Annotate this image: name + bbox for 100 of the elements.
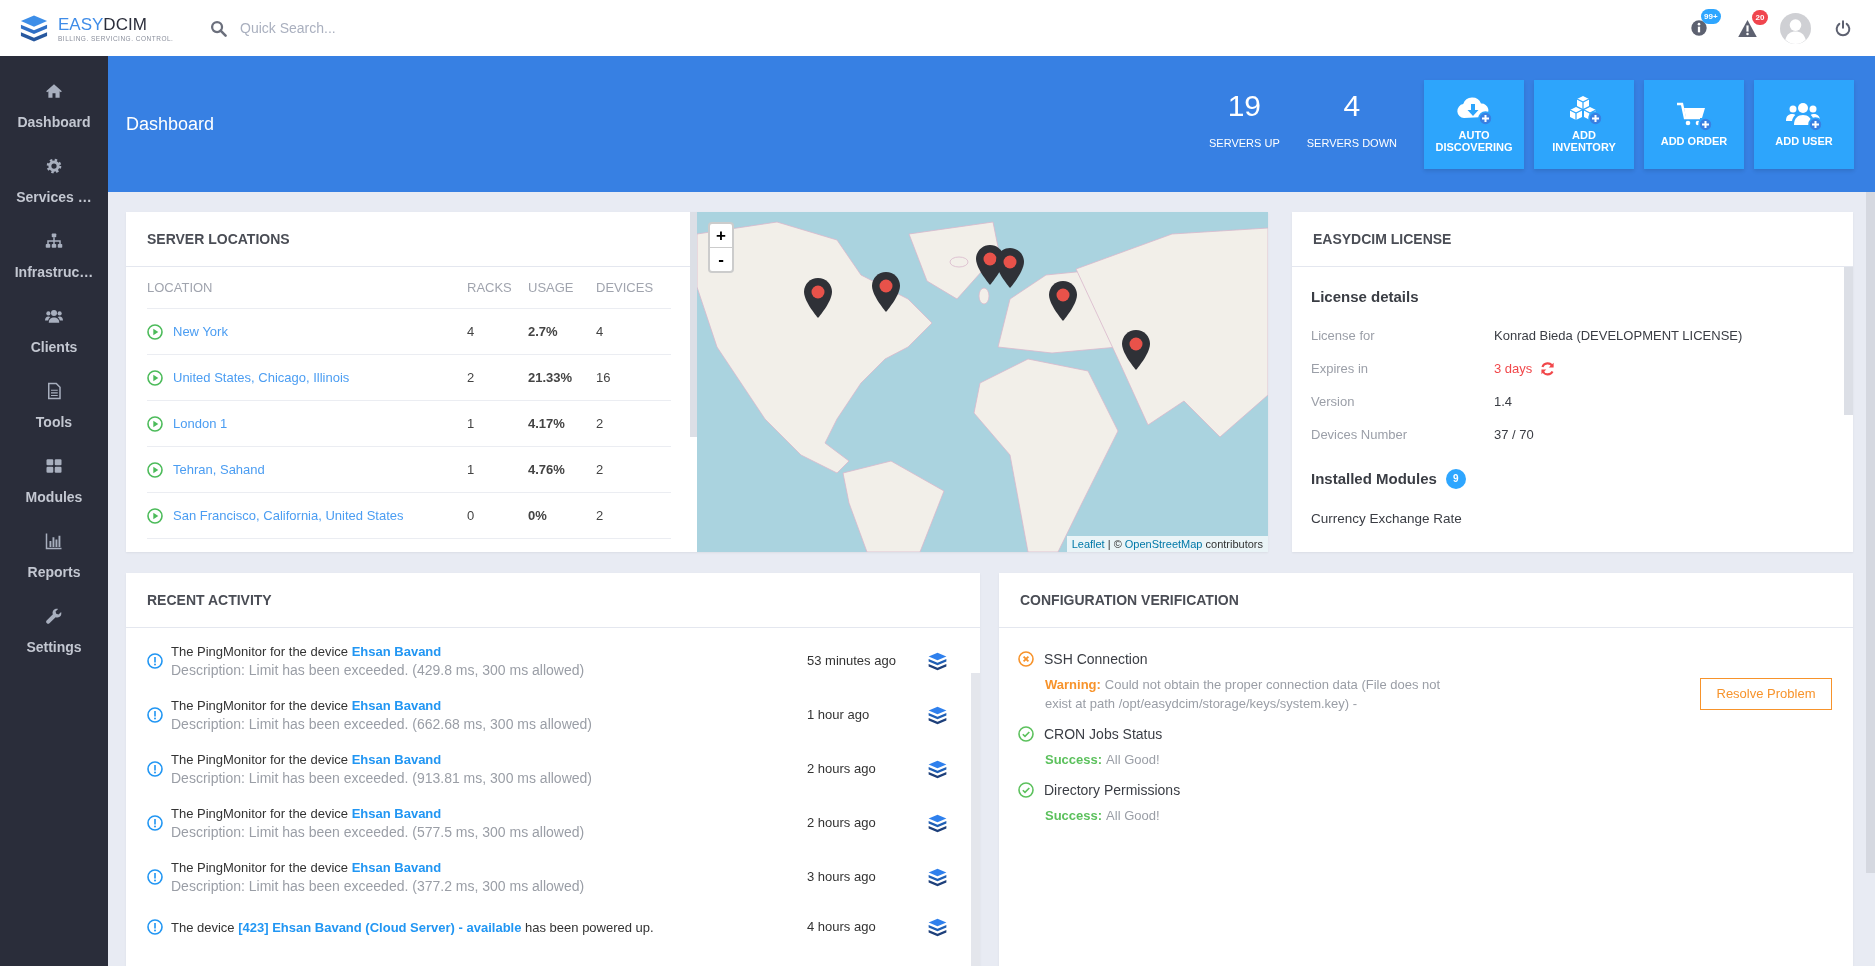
table-cell-text: 2.7%: [528, 322, 559, 341]
location-link[interactable]: New York: [173, 321, 228, 342]
stack-icon[interactable]: [928, 813, 947, 833]
table-cell-text: 2: [596, 506, 605, 525]
map-pin-icon[interactable]: [1122, 330, 1150, 370]
table-cell-text: 4.76%: [528, 460, 566, 479]
grid-icon: [45, 457, 63, 475]
auto-discovering-button[interactable]: AUTO DISCOVERING: [1424, 79, 1524, 169]
card-title: CONFIGURATION VERIFICATION: [1020, 590, 1239, 610]
card-title: SERVER LOCATIONS: [147, 229, 290, 249]
column-header: DEVICES: [596, 278, 655, 297]
location-link[interactable]: San Francisco, California, United States: [173, 505, 404, 526]
table-cell-text: 0: [467, 506, 476, 525]
check-title: SSH Connection: [1044, 649, 1148, 669]
stack-icon[interactable]: [928, 705, 947, 725]
page-title: Dashboard: [126, 112, 215, 136]
add-inventory-button[interactable]: ADD INVENTORY: [1534, 79, 1634, 169]
map-pin-icon[interactable]: [996, 248, 1024, 288]
device-link[interactable]: Ehsan Bavand: [351, 752, 442, 767]
stack-icon[interactable]: [928, 651, 947, 671]
location-link[interactable]: London 1: [173, 413, 228, 434]
stat-label: SERVERS UP: [1209, 137, 1280, 150]
table-cell-text: 1: [467, 414, 476, 433]
module-name: Currency Exchange Rate: [1311, 510, 1463, 528]
field-label: Version: [1311, 392, 1356, 411]
card-title: RECENT ACTIVITY: [147, 590, 272, 610]
stack-icon[interactable]: [928, 759, 947, 779]
status-message: Success: All Good!: [1045, 751, 1161, 769]
map-pin-icon[interactable]: [804, 278, 832, 318]
table-cell-text: 1: [467, 460, 476, 479]
stack-icon[interactable]: [928, 917, 947, 937]
home-icon: [45, 82, 63, 100]
map-attribution: Leaflet | © OpenStreetMap contributors: [1066, 536, 1268, 552]
sidebar-item[interactable]: Modules: [0, 443, 108, 518]
table-cell-text: 2: [467, 368, 476, 387]
device-link[interactable]: Ehsan Bavand: [351, 698, 442, 713]
status-message: Warning: Could not obtain the proper connection data (File does not exist at path /opt/easydcim/storage/keys/system.key) -: [1045, 676, 1442, 713]
power-icon[interactable]: [1835, 19, 1851, 37]
notification-badge: 99+: [1701, 9, 1721, 24]
section-heading: Installed Modules: [1311, 468, 1437, 489]
field-label: Expires in: [1311, 359, 1370, 378]
users-icon: [45, 307, 63, 325]
openstreetmap-link[interactable]: OpenStreetMap: [1124, 538, 1203, 550]
scrollbar-thumb[interactable]: [1844, 267, 1853, 415]
error-circle-icon: [1018, 651, 1034, 667]
resolve-problem-button[interactable]: Resolve Problem: [1700, 678, 1832, 710]
field-value: 1.4: [1494, 392, 1513, 411]
device-link[interactable]: Ehsan Bavand: [351, 806, 442, 821]
zoom-in-button[interactable]: +: [708, 222, 734, 248]
map-pin-icon[interactable]: [1049, 281, 1077, 321]
activity-message: The PingMonitor for the device Ehsan Bavand: [171, 643, 443, 661]
search-field[interactable]: Quick Search...: [240, 14, 560, 42]
sidebar-item[interactable]: Reports: [0, 518, 108, 593]
scrollbar-thumb[interactable]: [1866, 192, 1875, 873]
field-value: 37 / 70: [1494, 425, 1534, 444]
table-cell-text: 4: [596, 322, 605, 341]
activity-message: The PingMonitor for the device Ehsan Bavand: [171, 859, 443, 877]
location-link[interactable]: United States, Chicago, Illinois: [173, 367, 350, 388]
device-link[interactable]: Ehsan Bavand: [351, 860, 442, 875]
zoom-out-button[interactable]: -: [708, 248, 734, 273]
device-link[interactable]: Ehsan Bavand: [351, 644, 442, 659]
table-cell-text: 2: [596, 414, 605, 433]
users-icon: [1785, 101, 1823, 132]
stack-icon[interactable]: [928, 867, 947, 887]
scrollbar-thumb[interactable]: [971, 673, 980, 966]
alert-circle-icon: [147, 653, 163, 669]
sidebar-item[interactable]: Dashboard: [0, 68, 108, 143]
sidebar-item[interactable]: Tools: [0, 368, 108, 443]
stat-label: SERVERS DOWN: [1306, 137, 1397, 150]
map-pin-icon[interactable]: [872, 272, 900, 312]
cloud-download-icon: [1455, 95, 1493, 126]
table-cell-text: 16: [596, 368, 612, 387]
activity-time: 4 hours ago: [807, 918, 877, 937]
add-user-button[interactable]: ADD USER: [1754, 79, 1854, 169]
warning-icon[interactable]: [1738, 19, 1757, 37]
alert-circle-icon: [147, 707, 163, 723]
activity-description: Description: Limit has been exceeded. (377.2 ms, 300 ms allowed): [171, 877, 586, 896]
logo-wordmark: EASYDCIM: [58, 15, 148, 34]
sidebar-item[interactable]: Infrastruc…: [0, 218, 108, 293]
field-value: 3 days: [1494, 359, 1533, 378]
table-cell-text: 21.33%: [528, 368, 574, 387]
scrollbar-thumb[interactable]: [690, 212, 697, 437]
column-header: LOCATION: [147, 278, 214, 297]
sidebar-item[interactable]: Settings: [0, 593, 108, 668]
sidebar-item[interactable]: Services …: [0, 143, 108, 218]
field-value: Konrad Bieda (DEVELOPMENT LICENSE): [1494, 326, 1743, 345]
info-icon[interactable]: [1691, 20, 1707, 36]
location-link[interactable]: Tehran, Sahand: [173, 459, 265, 480]
leaflet-link[interactable]: Leaflet: [1071, 538, 1105, 550]
table-cell-text: 2: [596, 460, 605, 479]
field-label: License for: [1311, 326, 1376, 345]
search-icon: [210, 19, 227, 37]
device-link[interactable]: [423] Ehsan Bavand (Cloud Server) - available: [238, 919, 522, 935]
add-order-button[interactable]: ADD ORDER: [1644, 79, 1744, 169]
activity-time: 2 hours ago: [807, 814, 877, 833]
sidebar-item[interactable]: Clients: [0, 293, 108, 368]
stat-value: 4: [1343, 89, 1361, 123]
refresh-icon[interactable]: [1540, 361, 1556, 376]
column-header: USAGE: [528, 278, 575, 297]
column-header: RACKS: [467, 278, 513, 297]
